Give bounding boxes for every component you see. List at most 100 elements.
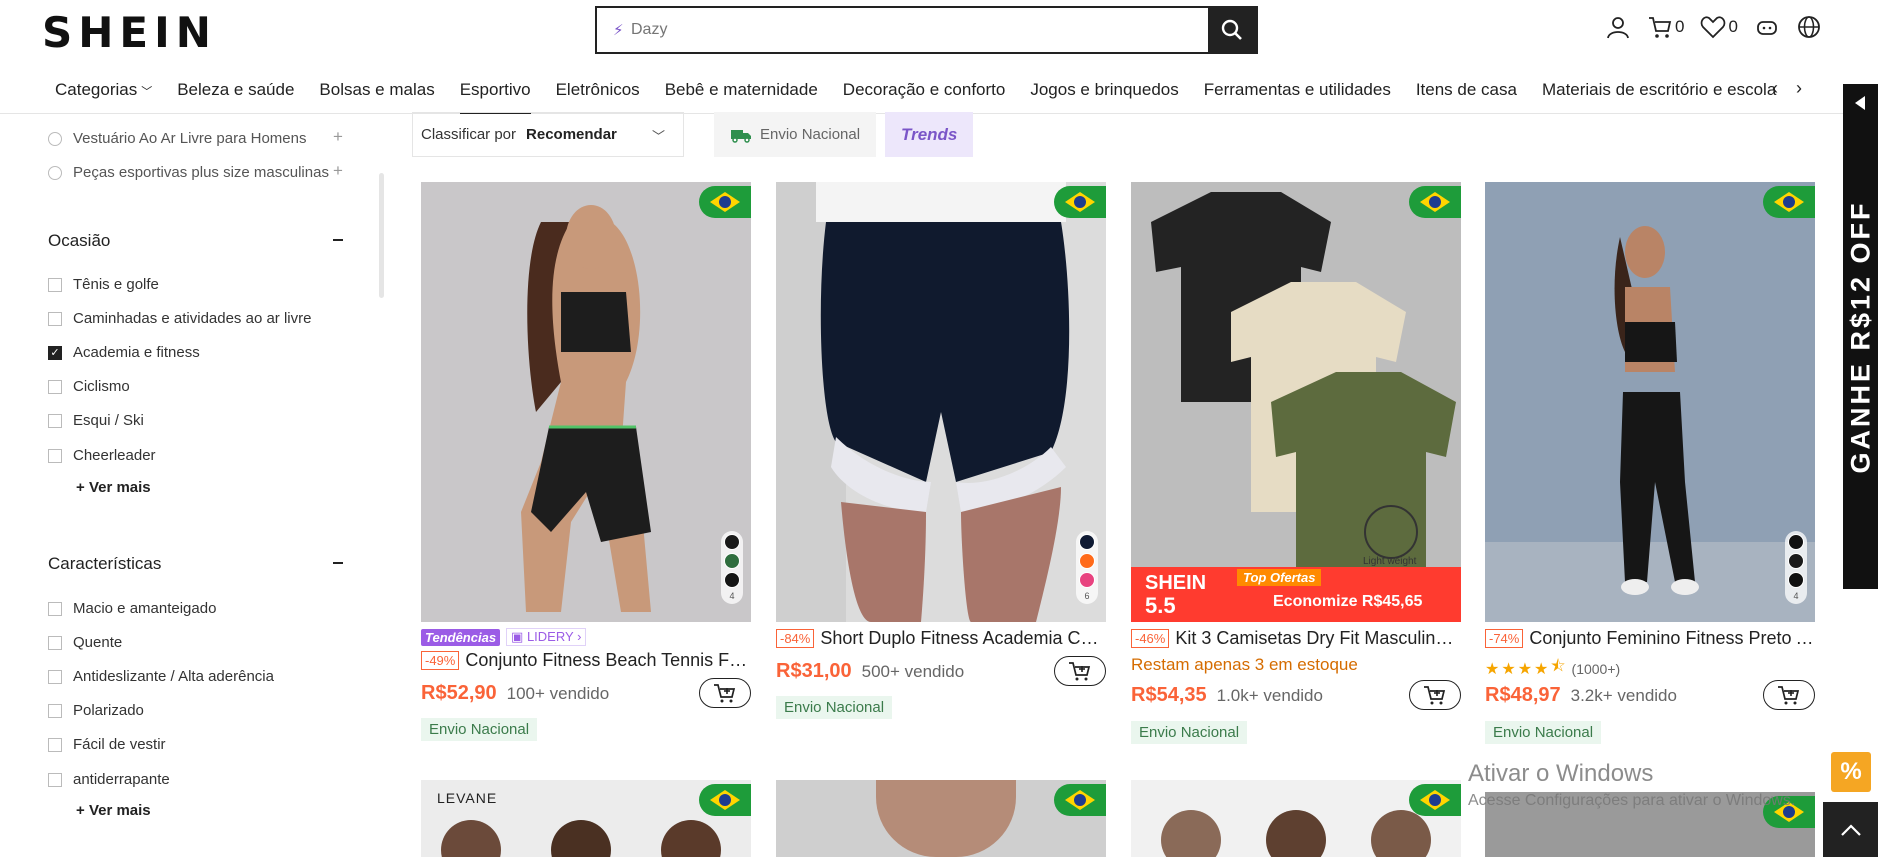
color-swatch[interactable] (1079, 553, 1095, 569)
filter-section-title[interactable]: Ocasião (48, 231, 110, 251)
checkbox[interactable] (48, 448, 62, 463)
product-title-row[interactable]: -84% Short Duplo Fitness Academia Corrid… (776, 628, 1106, 649)
color-swatch[interactable] (1788, 572, 1804, 588)
account-button[interactable] (1605, 14, 1631, 40)
checkbox[interactable] (48, 379, 62, 394)
color-swatches[interactable]: 6 (1076, 531, 1098, 604)
filter-checkbox-row[interactable]: Esqui / Ski (48, 412, 144, 429)
expand-plus-icon[interactable]: + (333, 161, 343, 181)
add-to-cart-button[interactable] (1054, 656, 1106, 686)
product-title-row[interactable]: -46% Kit 3 Camisetas Dry Fit Masculina A… (1131, 628, 1461, 649)
radio-button[interactable] (48, 165, 62, 180)
color-swatch[interactable] (1788, 553, 1804, 569)
shein-logo[interactable]: SHEIN (42, 8, 217, 57)
product-card[interactable]: Light weight SHEIN 5.5 Top Ofertas Econo… (1131, 182, 1461, 744)
cart-button[interactable]: 0 (1647, 14, 1684, 40)
nav-item-ferramentas[interactable]: Ferramentas e utilidades (1204, 70, 1391, 114)
checkbox[interactable] (48, 772, 62, 787)
color-swatches[interactable]: 4 (1785, 531, 1807, 604)
color-swatch[interactable] (724, 572, 740, 588)
trends-filter-chip[interactable]: Trends (885, 112, 974, 157)
checkbox[interactable] (48, 311, 62, 326)
product-image[interactable]: 6 (776, 182, 1106, 622)
shipping-filter-chip[interactable]: Envio Nacional (714, 112, 877, 157)
color-swatches[interactable]: 4 (721, 531, 743, 604)
filter-option[interactable]: Peças esportivas plus size masculinas (48, 164, 329, 181)
product-image[interactable]: 4 (1485, 182, 1815, 622)
filter-checkbox-row[interactable]: Ciclismo (48, 378, 130, 395)
language-button[interactable] (1796, 14, 1822, 40)
nav-item-itens-casa[interactable]: Itens de casa (1416, 70, 1517, 114)
support-button[interactable] (1754, 14, 1780, 40)
filter-checkbox-row[interactable]: Quente (48, 634, 122, 651)
filter-checkbox-row[interactable]: Fácil de vestir (48, 736, 166, 753)
filter-checkbox-row[interactable]: Polarizado (48, 702, 144, 719)
back-to-top-button[interactable] (1823, 802, 1878, 857)
product-card[interactable]: 4 -74% Conjunto Feminino Fitness Preto A… (1485, 182, 1815, 744)
checkbox[interactable] (48, 601, 62, 616)
checkbox[interactable] (48, 277, 62, 292)
wishlist-button[interactable]: 0 (1700, 15, 1738, 39)
collapse-minus-icon[interactable] (333, 562, 343, 564)
product-card[interactable] (1131, 780, 1461, 857)
color-swatch[interactable] (1788, 534, 1804, 550)
show-more-button[interactable]: + Ver mais (76, 479, 151, 496)
color-swatch[interactable] (724, 553, 740, 569)
color-swatch[interactable] (1079, 534, 1095, 550)
product-card[interactable]: 6 -84% Short Duplo Fitness Academia Corr… (776, 182, 1106, 742)
product-image[interactable] (776, 780, 1106, 857)
nav-item-escritorio[interactable]: Materiais de escritório e escola (1542, 70, 1776, 114)
collapse-arrow-icon[interactable] (1855, 96, 1865, 110)
product-image[interactable]: Light weight SHEIN 5.5 Top Ofertas Econo… (1131, 182, 1461, 622)
product-card[interactable] (776, 780, 1106, 857)
product-title[interactable]: Conjunto Feminino Fitness Preto Academia (1529, 628, 1815, 649)
product-title-row[interactable]: -74% Conjunto Feminino Fitness Preto Aca… (1485, 628, 1815, 649)
product-image[interactable]: LEVANE (421, 780, 751, 857)
side-promo-banner[interactable]: GANHE R$12 OFF (1843, 84, 1878, 589)
filter-checkbox-row[interactable]: Cheerleader (48, 447, 156, 464)
color-swatch[interactable] (1079, 572, 1095, 588)
nav-item-bebe[interactable]: Bebê e maternidade (665, 70, 818, 114)
filter-checkbox-row[interactable]: Macio e amanteigado (48, 600, 216, 617)
product-title[interactable]: Kit 3 Camisetas Dry Fit Masculina Academ… (1175, 628, 1461, 649)
sort-dropdown[interactable]: Classificar por Recomendar ﹀ (412, 112, 684, 157)
filter-checkbox-row[interactable]: Antideslizante / Alta aderência (48, 668, 274, 685)
filter-section-title[interactable]: Características (48, 554, 161, 574)
filter-checkbox-row[interactable]: ✓ Academia e fitness (48, 344, 200, 361)
product-card[interactable]: LEVANE (421, 780, 751, 857)
show-more-button[interactable]: + Ver mais (76, 802, 151, 819)
checkbox[interactable] (48, 413, 62, 428)
checkbox[interactable] (48, 635, 62, 650)
discount-float-button[interactable]: % (1831, 752, 1871, 792)
search-button[interactable] (1208, 8, 1256, 52)
add-to-cart-button[interactable] (1409, 680, 1461, 710)
checkbox[interactable] (48, 703, 62, 718)
sidebar-scrollbar[interactable] (379, 173, 384, 298)
trend-badge[interactable]: Tendências (421, 628, 501, 646)
nav-item-jogos[interactable]: Jogos e brinquedos (1030, 70, 1178, 114)
add-to-cart-button[interactable] (699, 678, 751, 708)
product-image[interactable] (1131, 780, 1461, 857)
nav-item-decoracao[interactable]: Decoração e conforto (843, 70, 1006, 114)
product-title[interactable]: Short Duplo Fitness Academia Corrida (820, 628, 1106, 649)
filter-checkbox-row[interactable]: antiderrapante (48, 771, 170, 788)
color-swatch[interactable] (724, 534, 740, 550)
checkbox[interactable] (48, 737, 62, 752)
collapse-minus-icon[interactable] (333, 239, 343, 241)
add-to-cart-button[interactable] (1763, 680, 1815, 710)
nav-item-eletronicos[interactable]: Eletrônicos (556, 70, 640, 114)
expand-plus-icon[interactable]: + (333, 127, 343, 147)
nav-next-button[interactable]: › (1796, 78, 1802, 99)
checkbox[interactable] (48, 669, 62, 684)
filter-option[interactable]: Vestuário Ao Ar Livre para Homens (48, 130, 306, 147)
brand-badge[interactable]: ▣ LIDERY › (506, 628, 587, 646)
nav-item-esportivo[interactable]: Esportivo (459, 70, 531, 114)
product-card[interactable]: 4 Tendências ▣ LIDERY › -49% Conjunto Fi… (421, 182, 751, 742)
nav-item-beleza[interactable]: Beleza e saúde (177, 70, 294, 114)
product-title-row[interactable]: -49% Conjunto Fitness Beach Tennis Femin… (421, 650, 751, 671)
radio-button[interactable] (48, 131, 62, 146)
filter-checkbox-row[interactable]: Caminhadas e atividades ao ar livre (48, 310, 311, 327)
nav-item-bolsas[interactable]: Bolsas e malas (319, 70, 434, 114)
product-image[interactable]: 4 (421, 182, 751, 622)
product-title[interactable]: Conjunto Fitness Beach Tennis Feminino (465, 650, 751, 671)
